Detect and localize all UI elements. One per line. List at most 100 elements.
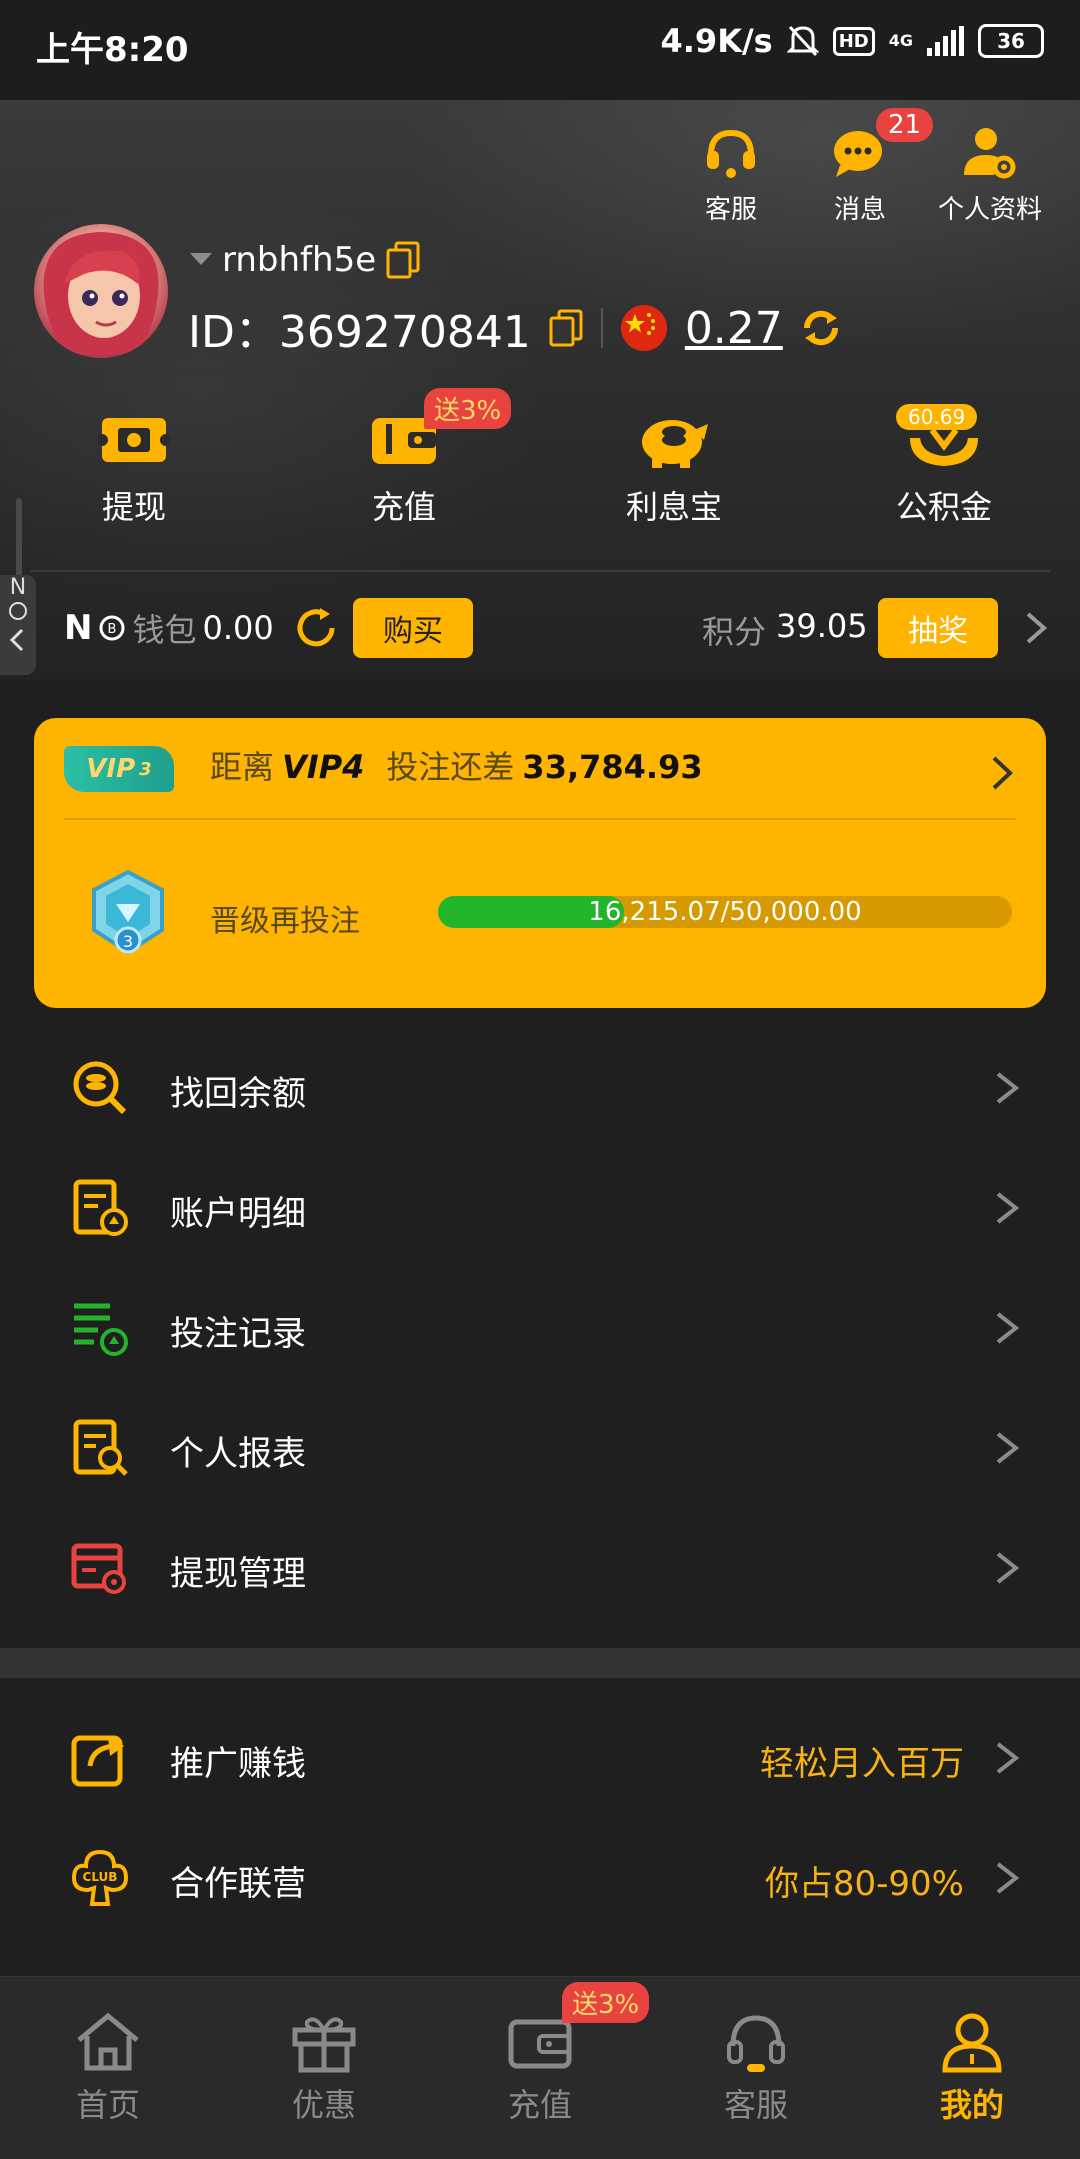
- withdraw-icon: [96, 418, 172, 462]
- chevron-right-icon: [996, 1552, 1020, 1584]
- chevron-right-icon: [996, 1192, 1020, 1224]
- nav-label: 首页: [75, 2086, 140, 2124]
- action-label: 提现: [101, 488, 166, 526]
- section-divider: [0, 1648, 1080, 1678]
- top-icon-label: 客服: [704, 195, 757, 225]
- action-interest[interactable]: 利息宝: [584, 410, 764, 528]
- user-id: ID：369270841: [188, 307, 531, 358]
- menu-extra-text: 轻松月入百万: [760, 1744, 964, 1784]
- menu-label: 推广赚钱: [170, 1744, 306, 1784]
- battery-level: 36: [997, 29, 1025, 53]
- refresh-icon[interactable]: [801, 308, 841, 348]
- nav-mine[interactable]: 我的: [864, 2010, 1080, 2126]
- menu-label: 账户明细: [170, 1194, 306, 1234]
- top-profile-button[interactable]: 个人资料: [924, 125, 1056, 226]
- username: rnbhfh5e: [222, 240, 377, 280]
- action-label: 公积金: [895, 488, 992, 526]
- status-right: 4.9K/s HD 4G 36: [661, 22, 1044, 60]
- action-label: 利息宝: [625, 488, 722, 526]
- nav-deposit-badge: 送3%: [562, 1982, 650, 2023]
- points-label: 积分: [702, 613, 767, 651]
- chevron-right-icon: [996, 1742, 1020, 1774]
- points-value: 39.05: [776, 607, 868, 645]
- vip-upgrade-label: 晋级再投注: [210, 904, 360, 939]
- nav-label: 充值: [507, 2086, 572, 2124]
- balance-value[interactable]: 0.27: [685, 303, 783, 354]
- china-flag-icon: [620, 305, 667, 351]
- caret-down-icon[interactable]: [190, 253, 212, 267]
- copy-icon[interactable]: [549, 309, 583, 347]
- copy-icon[interactable]: [386, 241, 420, 279]
- chevron-right-icon[interactable]: [990, 754, 1014, 792]
- share-icon: [71, 1735, 124, 1787]
- menu-item-account-details[interactable]: 账户明细: [0, 1148, 1080, 1268]
- profile-settings-icon: [964, 128, 1016, 179]
- headset-icon: [727, 2015, 785, 2072]
- personal-report-icon: [73, 1419, 128, 1476]
- wallet-info: N B 钱包 0.00: [64, 605, 338, 651]
- bet-records-icon: [74, 1303, 128, 1356]
- wallet-value: 0.00: [202, 609, 274, 647]
- buy-button[interactable]: 购买: [353, 598, 473, 658]
- menu-item-promote[interactable]: 推广赚钱 轻松月入百万: [0, 1698, 1080, 1818]
- vip-next-level: VIP4: [282, 748, 365, 786]
- recover-balance-icon: [73, 1061, 127, 1115]
- deposit-bonus-badge: 送3%: [424, 388, 512, 429]
- nav-promotions[interactable]: 优惠: [216, 2010, 432, 2126]
- nav-home[interactable]: 首页: [0, 2010, 216, 2126]
- headset-icon: [707, 129, 755, 178]
- vip-progress-text: 16,215.07/50,000.00: [588, 897, 862, 927]
- menu-item-personal-report[interactable]: 个人报表: [0, 1388, 1080, 1508]
- chevron-left-icon: [9, 628, 24, 652]
- menu-item-partnership[interactable]: CLUB 合作联营 你占80-90%: [0, 1818, 1080, 1938]
- points-info: 积分 39.05: [702, 607, 868, 653]
- menu-item-withdraw-management[interactable]: 提现管理: [0, 1508, 1080, 1628]
- home-icon: [77, 2012, 139, 2071]
- vip-diff-label: 投注还差: [386, 748, 515, 786]
- bitcoin-circle-icon: B: [99, 615, 125, 641]
- action-withdraw[interactable]: 提现: [44, 410, 224, 528]
- battery-icon: 36: [978, 24, 1044, 58]
- menu-label: 个人报表: [170, 1434, 306, 1474]
- menu-extra-text: 你占80-90%: [764, 1864, 964, 1904]
- avatar-illustration: [43, 232, 159, 354]
- vip-badge-level: 3: [122, 932, 134, 951]
- nav-label: 优惠: [291, 2086, 356, 2124]
- user-id-row: ID：369270841 0.27: [188, 296, 841, 360]
- chevron-right-icon: [996, 1072, 1020, 1104]
- menu-label: 提现管理: [170, 1554, 306, 1594]
- top-customer-service-button[interactable]: 客服: [666, 125, 796, 226]
- scroll-indicator[interactable]: [16, 498, 22, 582]
- top-icon-label: 消息: [833, 195, 886, 225]
- vip-next-info: 距离 VIP4 投注还差 33,784.93: [210, 742, 703, 788]
- network-type: 4G: [888, 31, 913, 50]
- bitcoin-circle-icon: [9, 602, 27, 620]
- bell-muted-icon: [786, 25, 819, 57]
- svg-text:CLUB: CLUB: [83, 1870, 118, 1884]
- nav-deposit[interactable]: 充值: [432, 2010, 648, 2126]
- side-floating-tab[interactable]: N: [0, 575, 36, 675]
- menu-label: 找回余额: [170, 1074, 306, 1114]
- refresh-icon[interactable]: [294, 606, 338, 650]
- divider: [600, 308, 603, 348]
- username-row: rnbhfh5e: [190, 240, 420, 280]
- menu-label: 合作联营: [170, 1864, 306, 1904]
- hd-indicator: HD: [832, 26, 875, 56]
- club-icon: CLUB: [71, 1849, 129, 1906]
- vip-distance-label: 距离: [210, 748, 275, 786]
- wallet-logo: N: [64, 608, 93, 648]
- avatar[interactable]: [34, 224, 168, 358]
- menu-item-bet-records[interactable]: 投注记录: [0, 1268, 1080, 1388]
- user-icon: [942, 2013, 1002, 2073]
- menu-item-recover-balance[interactable]: 找回余额: [0, 1028, 1080, 1148]
- vip-card[interactable]: VIP 3 距离 VIP4 投注还差 33,784.93 3 晋级再投注 16,2…: [34, 718, 1046, 1008]
- vip-progress-bar: 16,215.07/50,000.00: [438, 896, 1012, 928]
- menu-label: 投注记录: [170, 1314, 306, 1354]
- vip-level-tag: VIP 3: [64, 746, 174, 792]
- status-time: 上午8:20: [36, 30, 189, 70]
- nav-label: 客服: [723, 2086, 788, 2124]
- nav-customer-service[interactable]: 客服: [648, 2010, 864, 2126]
- lottery-button[interactable]: 抽奖: [878, 598, 998, 658]
- withdraw-manage-icon: [71, 1543, 126, 1594]
- chevron-right-icon[interactable]: [1024, 610, 1048, 646]
